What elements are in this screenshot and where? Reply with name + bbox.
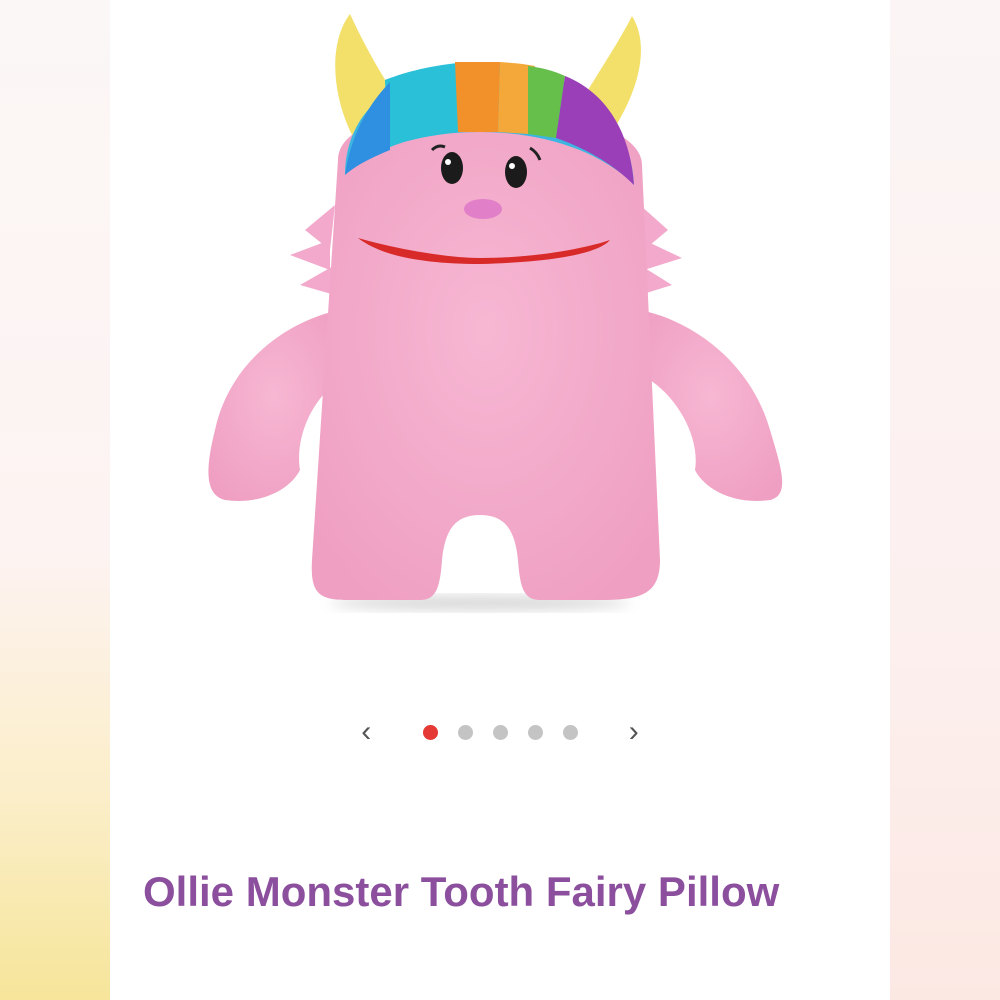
product-image[interactable] <box>180 0 840 620</box>
carousel-dot-1[interactable] <box>422 724 438 740</box>
carousel-dot-2[interactable] <box>457 724 473 740</box>
carousel-prev-button[interactable]: ‹ <box>350 714 383 750</box>
chevron-left-icon: ‹ <box>361 715 372 748</box>
background-blur-right <box>890 0 1000 1000</box>
carousel-dot-3[interactable] <box>492 724 508 740</box>
background-blur-left <box>0 0 110 1000</box>
image-carousel-controls: ‹ › <box>350 712 650 752</box>
carousel-next-button[interactable]: › <box>618 714 651 750</box>
carousel-dot-4[interactable] <box>527 724 543 740</box>
chevron-right-icon: › <box>628 715 639 748</box>
carousel-dots <box>422 724 578 740</box>
product-title: Ollie Monster Tooth Fairy Pillow <box>143 868 780 915</box>
carousel-dot-5[interactable] <box>562 724 578 740</box>
